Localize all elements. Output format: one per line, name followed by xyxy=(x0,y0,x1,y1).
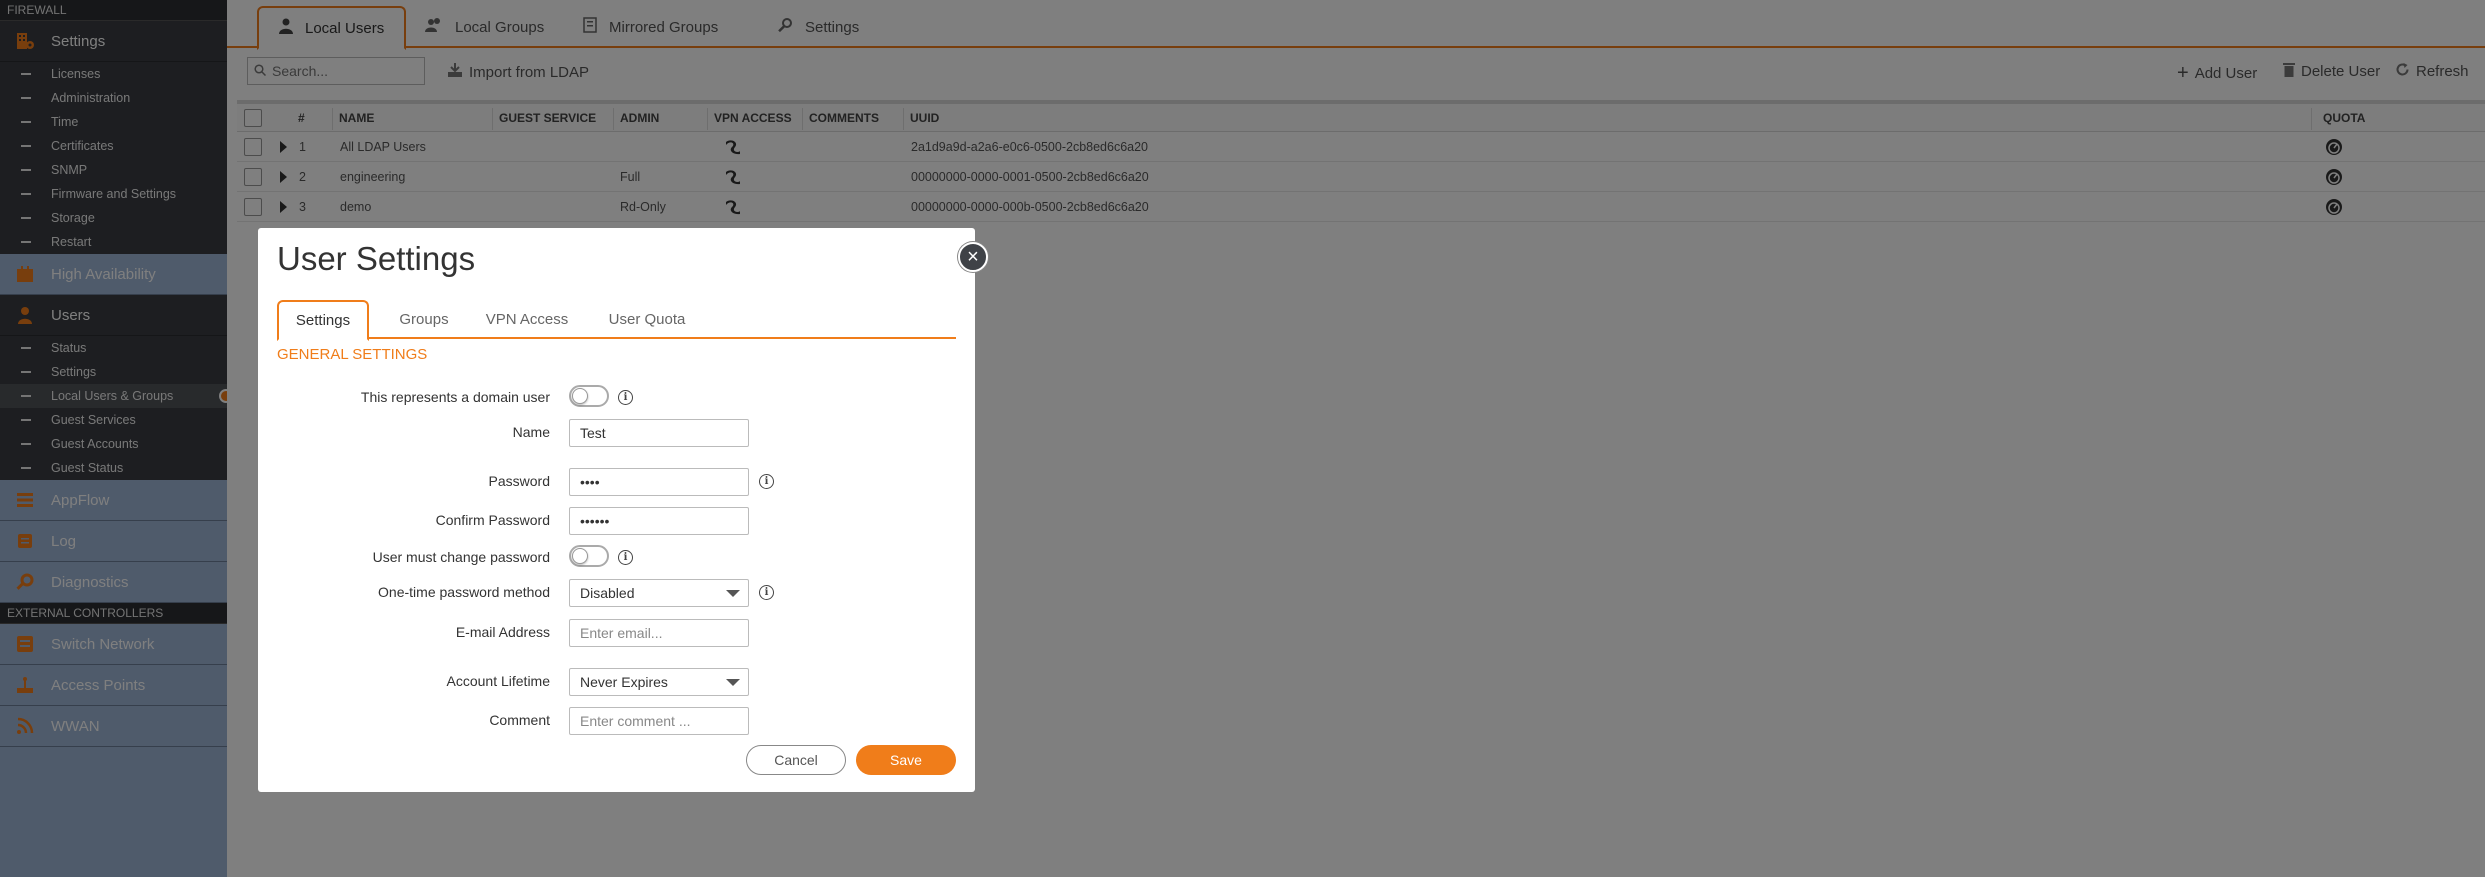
otp-selected-value: Disabled xyxy=(580,585,635,601)
otp-label: One-time password method xyxy=(378,584,550,600)
chevron-down-icon xyxy=(726,590,740,597)
confirm-password-field[interactable] xyxy=(569,507,749,535)
name-field[interactable] xyxy=(569,419,749,447)
name-row: Name xyxy=(258,416,975,448)
cancel-button[interactable]: Cancel xyxy=(746,745,846,775)
general-settings-heading: GENERAL SETTINGS xyxy=(277,346,428,363)
tab-user-settings[interactable]: Settings xyxy=(277,300,369,341)
user-settings-dialog: User Settings × Settings Groups VPN Acce… xyxy=(258,228,988,792)
account-lifetime-row: Account Lifetime Never Expires xyxy=(258,665,975,697)
comment-label: Comment xyxy=(489,712,550,728)
must-change-toggle[interactable] xyxy=(569,545,609,567)
account-lifetime-select[interactable]: Never Expires xyxy=(569,668,749,696)
domain-user-row: This represents a domain user i xyxy=(258,381,975,413)
tab-user-quota[interactable]: User Quota xyxy=(597,300,697,339)
comment-row: Comment xyxy=(258,704,975,736)
email-label: E-mail Address xyxy=(455,624,550,640)
toggle-knob xyxy=(572,548,588,564)
password-row: Password i xyxy=(258,465,975,497)
comment-field[interactable] xyxy=(569,707,749,735)
tab-groups[interactable]: Groups xyxy=(389,300,459,339)
info-icon[interactable]: i xyxy=(618,390,633,405)
info-icon[interactable]: i xyxy=(618,550,633,565)
password-field[interactable] xyxy=(569,468,749,496)
account-lifetime-label: Account Lifetime xyxy=(446,673,551,689)
must-change-label: User must change password xyxy=(372,549,550,565)
save-button[interactable]: Save xyxy=(856,745,956,775)
info-icon[interactable]: i xyxy=(759,474,774,489)
lifetime-selected-value: Never Expires xyxy=(580,674,668,690)
close-button[interactable]: × xyxy=(958,242,988,272)
otp-row: One-time password method Disabled i xyxy=(258,576,975,608)
email-row: E-mail Address xyxy=(258,616,975,648)
domain-user-toggle[interactable] xyxy=(569,385,609,407)
tab-vpn-access[interactable]: VPN Access xyxy=(477,300,577,339)
otp-method-select[interactable]: Disabled xyxy=(569,579,749,607)
confirm-password-label: Confirm Password xyxy=(435,512,550,528)
info-icon[interactable]: i xyxy=(759,585,774,600)
password-label: Password xyxy=(488,473,550,489)
chevron-down-icon xyxy=(726,679,740,686)
confirm-password-row: Confirm Password xyxy=(258,504,975,536)
toggle-knob xyxy=(572,388,588,404)
close-icon: × xyxy=(967,245,979,268)
must-change-row: User must change password i xyxy=(258,541,975,573)
domain-user-label: This represents a domain user xyxy=(360,389,550,405)
dialog-tabs: Settings Groups VPN Access User Quota xyxy=(277,300,956,341)
email-field[interactable] xyxy=(569,619,749,647)
name-label: Name xyxy=(512,424,550,440)
dialog-title: User Settings xyxy=(277,240,476,277)
